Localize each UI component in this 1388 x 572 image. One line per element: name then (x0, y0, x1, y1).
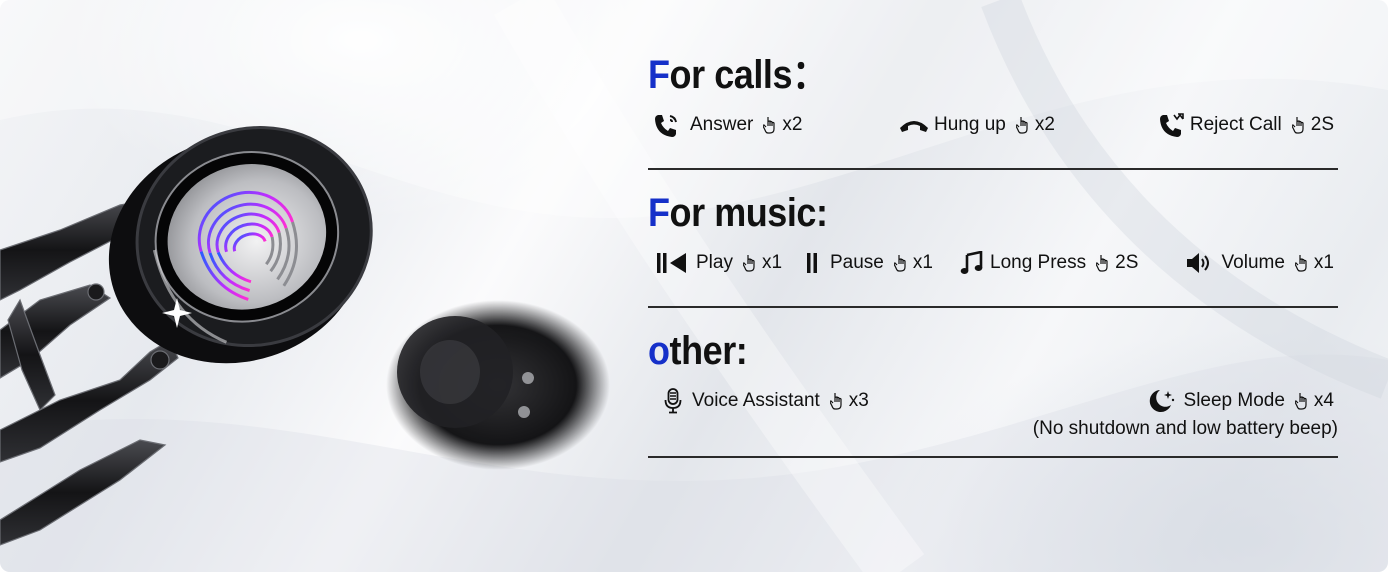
earbud-blurred (386, 300, 610, 470)
tap-icon (1294, 254, 1311, 272)
calls-section: For calls： Answer x2 Hung up x2 Reject C… (648, 52, 1338, 170)
divider (648, 456, 1338, 458)
tap-icon (1096, 254, 1112, 272)
tap-icon (763, 116, 779, 134)
tap-icon (1015, 116, 1032, 134)
reject-count: 2S (1310, 114, 1334, 135)
pause-item: Pause x1 (806, 246, 933, 280)
hangup-label: Hung up (934, 114, 1006, 135)
pause-label: Pause (830, 252, 884, 273)
pause-count: x1 (912, 252, 933, 273)
answer-label: Answer (690, 114, 754, 135)
phone-answer-icon (652, 113, 682, 137)
play-icon (656, 252, 688, 274)
play-label: Play (696, 252, 733, 273)
tap-icon (893, 254, 910, 272)
music-title: For music: (648, 190, 1269, 236)
pause-icon (806, 252, 818, 274)
reject-label: Reject Call (1189, 114, 1282, 135)
long-press-label: Long Press (990, 252, 1087, 273)
tap-icon (829, 392, 846, 410)
controls-panel: For calls： Answer x2 Hung up x2 Reject C… (648, 52, 1338, 458)
voice-assistant-item: Voice Assistant x3 (664, 384, 869, 418)
calls-title-initial: F (648, 53, 670, 97)
earbud-main (108, 126, 373, 364)
hangup-count: x2 (1034, 114, 1055, 135)
microphone-icon (664, 388, 682, 414)
other-title: other: (648, 328, 1269, 374)
other-title-text: ther: (669, 329, 748, 373)
moon-icon (1146, 388, 1176, 414)
calls-title-colon: ： (792, 53, 828, 97)
music-row: Play x1 Pause x1 Long Press 2S Volume x1 (648, 246, 1338, 280)
calls-row: Answer x2 Hung up x2 Reject Call 2S (648, 108, 1338, 142)
reject-call-icon (1158, 113, 1188, 137)
answer-count: x2 (782, 114, 803, 135)
long-press-count: 2S (1115, 252, 1139, 273)
music-section: For music: Play x1 Pause x1 Long Press 2… (648, 190, 1338, 308)
other-section: other: Voice Assistant x3 Sleep Mode x4 … (648, 328, 1338, 458)
volume-count: x1 (1313, 252, 1334, 273)
play-count: x1 (761, 252, 783, 273)
sleep-mode-label: Sleep Mode (1183, 390, 1285, 411)
product-banner: For calls： Answer x2 Hung up x2 Reject C… (0, 0, 1388, 572)
long-press-item: Long Press 2S (960, 246, 1138, 280)
volume-label: Volume (1221, 252, 1285, 273)
voice-assistant-count: x3 (848, 390, 869, 411)
other-row: Voice Assistant x3 Sleep Mode x4 (No shu… (648, 384, 1338, 452)
tap-icon (1291, 116, 1308, 134)
hangup-item: Hung up x2 (898, 108, 1055, 142)
calls-title-text: or calls (669, 53, 793, 97)
reject-item: Reject Call 2S (1158, 108, 1334, 142)
other-title-initial: o (648, 329, 670, 373)
divider (648, 168, 1338, 170)
answer-item: Answer x2 (652, 108, 802, 142)
divider (648, 306, 1338, 308)
sleep-mode-note: (No shutdown and low battery beep) (1032, 418, 1338, 439)
voice-assistant-label: Voice Assistant (692, 390, 820, 411)
volume-icon (1186, 252, 1214, 274)
volume-item: Volume x1 (1186, 246, 1334, 280)
tap-icon (1294, 392, 1311, 410)
calls-title: For calls： (648, 52, 1269, 98)
tap-icon (742, 254, 759, 272)
play-item: Play x1 (656, 246, 782, 280)
music-title-initial: F (648, 191, 670, 235)
earbud-illustration (0, 126, 610, 546)
music-note-icon (960, 251, 984, 275)
sleep-mode-item: Sleep Mode x4 (1146, 384, 1334, 418)
sleep-mode-count: x4 (1313, 390, 1334, 411)
music-title-text: or music: (669, 191, 828, 235)
hang-up-icon (898, 115, 930, 135)
